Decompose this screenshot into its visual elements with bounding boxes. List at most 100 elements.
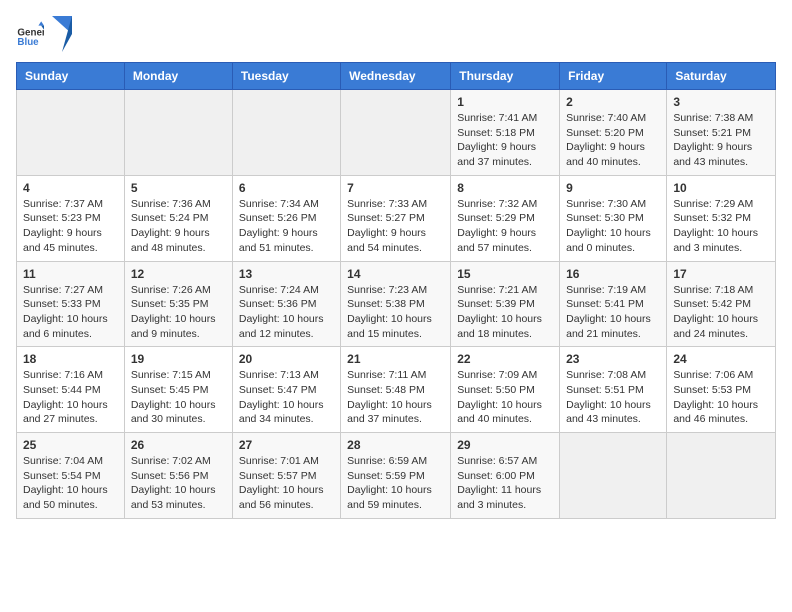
- day-info: Sunrise: 7:27 AM Sunset: 5:33 PM Dayligh…: [23, 283, 118, 342]
- calendar-cell: 15 Sunrise: 7:21 AM Sunset: 5:39 PM Dayli…: [451, 261, 560, 347]
- day-number: 2: [566, 95, 660, 109]
- day-number: 7: [347, 181, 444, 195]
- calendar-cell: 9Sunrise: 7:30 AM Sunset: 5:30 PM Daylig…: [560, 175, 667, 261]
- calendar-cell: 26 Sunrise: 7:02 AM Sunset: 5:56 PM Dayli…: [124, 433, 232, 519]
- day-number: 16: [566, 267, 660, 281]
- calendar-cell: 12 Sunrise: 7:26 AM Sunset: 5:35 PM Dayli…: [124, 261, 232, 347]
- calendar-cell: 7 Sunrise: 7:33 AM Sunset: 5:27 PM Daylig…: [341, 175, 451, 261]
- day-info: Sunrise: 7:04 AM Sunset: 5:54 PM Dayligh…: [23, 454, 118, 513]
- day-number: 19: [131, 352, 226, 366]
- day-number: 25: [23, 438, 118, 452]
- calendar-cell: 18 Sunrise: 7:16 AM Sunset: 5:44 PM Dayli…: [17, 347, 125, 433]
- logo-triangle-icon: [52, 16, 72, 52]
- day-info: Sunrise: 7:33 AM Sunset: 5:27 PM Dayligh…: [347, 197, 444, 256]
- calendar-cell: [124, 90, 232, 176]
- column-header-friday: Friday: [560, 63, 667, 90]
- day-info: Sunrise: 7:34 AM Sunset: 5:26 PM Dayligh…: [239, 197, 334, 256]
- day-number: 14: [347, 267, 444, 281]
- day-number: 20: [239, 352, 334, 366]
- day-info: Sunrise: 6:57 AM Sunset: 6:00 PM Dayligh…: [457, 454, 553, 513]
- calendar-cell: 11 Sunrise: 7:27 AM Sunset: 5:33 PM Dayli…: [17, 261, 125, 347]
- day-number: 15: [457, 267, 553, 281]
- calendar-cell: [232, 90, 340, 176]
- page-header: General Blue: [16, 16, 776, 52]
- day-number: 11: [23, 267, 118, 281]
- calendar-cell: [560, 433, 667, 519]
- day-info: Sunrise: 7:23 AM Sunset: 5:38 PM Dayligh…: [347, 283, 444, 342]
- column-header-wednesday: Wednesday: [341, 63, 451, 90]
- day-number: 29: [457, 438, 553, 452]
- day-info: Sunrise: 7:29 AM Sunset: 5:32 PM Dayligh…: [673, 197, 769, 256]
- day-info: Sunrise: 7:15 AM Sunset: 5:45 PM Dayligh…: [131, 368, 226, 427]
- day-number: 6: [239, 181, 334, 195]
- day-number: 22: [457, 352, 553, 366]
- day-info: Sunrise: 7:21 AM Sunset: 5:39 PM Dayligh…: [457, 283, 553, 342]
- day-number: 26: [131, 438, 226, 452]
- calendar-cell: 6 Sunrise: 7:34 AM Sunset: 5:26 PM Daylig…: [232, 175, 340, 261]
- day-info: Sunrise: 7:11 AM Sunset: 5:48 PM Dayligh…: [347, 368, 444, 427]
- day-info: Sunrise: 7:08 AM Sunset: 5:51 PM Dayligh…: [566, 368, 660, 427]
- column-header-sunday: Sunday: [17, 63, 125, 90]
- logo: General Blue: [16, 16, 72, 52]
- day-info: Sunrise: 7:36 AM Sunset: 5:24 PM Dayligh…: [131, 197, 226, 256]
- day-info: Sunrise: 7:40 AM Sunset: 5:20 PM Dayligh…: [566, 111, 660, 170]
- column-header-thursday: Thursday: [451, 63, 560, 90]
- calendar-cell: 17 Sunrise: 7:18 AM Sunset: 5:42 PM Dayli…: [667, 261, 776, 347]
- day-number: 17: [673, 267, 769, 281]
- calendar-cell: 27Sunrise: 7:01 AM Sunset: 5:57 PM Dayli…: [232, 433, 340, 519]
- day-info: Sunrise: 7:41 AM Sunset: 5:18 PM Dayligh…: [457, 111, 553, 170]
- calendar-cell: 23Sunrise: 7:08 AM Sunset: 5:51 PM Dayli…: [560, 347, 667, 433]
- calendar-cell: 5 Sunrise: 7:36 AM Sunset: 5:24 PM Daylig…: [124, 175, 232, 261]
- day-number: 28: [347, 438, 444, 452]
- day-info: Sunrise: 7:13 AM Sunset: 5:47 PM Dayligh…: [239, 368, 334, 427]
- day-number: 24: [673, 352, 769, 366]
- calendar-week-row: 18 Sunrise: 7:16 AM Sunset: 5:44 PM Dayli…: [17, 347, 776, 433]
- column-header-saturday: Saturday: [667, 63, 776, 90]
- day-number: 4: [23, 181, 118, 195]
- calendar-cell: 16 Sunrise: 7:19 AM Sunset: 5:41 PM Dayli…: [560, 261, 667, 347]
- calendar-cell: 2 Sunrise: 7:40 AM Sunset: 5:20 PM Daylig…: [560, 90, 667, 176]
- calendar-cell: 25 Sunrise: 7:04 AM Sunset: 5:54 PM Dayli…: [17, 433, 125, 519]
- column-header-monday: Monday: [124, 63, 232, 90]
- calendar-cell: 29 Sunrise: 6:57 AM Sunset: 6:00 PM Dayli…: [451, 433, 560, 519]
- calendar-cell: 21 Sunrise: 7:11 AM Sunset: 5:48 PM Dayli…: [341, 347, 451, 433]
- day-number: 13: [239, 267, 334, 281]
- day-number: 21: [347, 352, 444, 366]
- day-info: Sunrise: 7:16 AM Sunset: 5:44 PM Dayligh…: [23, 368, 118, 427]
- day-number: 5: [131, 181, 226, 195]
- calendar-cell: 28Sunrise: 6:59 AM Sunset: 5:59 PM Dayli…: [341, 433, 451, 519]
- calendar-cell: 10 Sunrise: 7:29 AM Sunset: 5:32 PM Dayli…: [667, 175, 776, 261]
- day-info: Sunrise: 7:06 AM Sunset: 5:53 PM Dayligh…: [673, 368, 769, 427]
- day-info: Sunrise: 7:32 AM Sunset: 5:29 PM Dayligh…: [457, 197, 553, 256]
- calendar-cell: 3 Sunrise: 7:38 AM Sunset: 5:21 PM Daylig…: [667, 90, 776, 176]
- calendar-week-row: 25 Sunrise: 7:04 AM Sunset: 5:54 PM Dayli…: [17, 433, 776, 519]
- day-number: 27: [239, 438, 334, 452]
- calendar-cell: 24 Sunrise: 7:06 AM Sunset: 5:53 PM Dayli…: [667, 347, 776, 433]
- day-number: 18: [23, 352, 118, 366]
- calendar-week-row: 1Sunrise: 7:41 AM Sunset: 5:18 PM Daylig…: [17, 90, 776, 176]
- day-number: 12: [131, 267, 226, 281]
- day-info: Sunrise: 7:26 AM Sunset: 5:35 PM Dayligh…: [131, 283, 226, 342]
- calendar-cell: 20 Sunrise: 7:13 AM Sunset: 5:47 PM Dayli…: [232, 347, 340, 433]
- calendar-cell: [17, 90, 125, 176]
- day-info: Sunrise: 7:02 AM Sunset: 5:56 PM Dayligh…: [131, 454, 226, 513]
- day-info: Sunrise: 7:09 AM Sunset: 5:50 PM Dayligh…: [457, 368, 553, 427]
- day-info: Sunrise: 7:37 AM Sunset: 5:23 PM Dayligh…: [23, 197, 118, 256]
- calendar-cell: 1Sunrise: 7:41 AM Sunset: 5:18 PM Daylig…: [451, 90, 560, 176]
- calendar-week-row: 11 Sunrise: 7:27 AM Sunset: 5:33 PM Dayli…: [17, 261, 776, 347]
- day-number: 3: [673, 95, 769, 109]
- day-number: 10: [673, 181, 769, 195]
- day-number: 9: [566, 181, 660, 195]
- day-number: 8: [457, 181, 553, 195]
- day-info: Sunrise: 7:19 AM Sunset: 5:41 PM Dayligh…: [566, 283, 660, 342]
- day-info: Sunrise: 7:18 AM Sunset: 5:42 PM Dayligh…: [673, 283, 769, 342]
- calendar-cell: 8 Sunrise: 7:32 AM Sunset: 5:29 PM Daylig…: [451, 175, 560, 261]
- calendar-table: SundayMondayTuesdayWednesdayThursdayFrid…: [16, 62, 776, 519]
- logo-icon: General Blue: [16, 20, 44, 48]
- day-info: Sunrise: 7:38 AM Sunset: 5:21 PM Dayligh…: [673, 111, 769, 170]
- calendar-cell: 14 Sunrise: 7:23 AM Sunset: 5:38 PM Dayli…: [341, 261, 451, 347]
- calendar-week-row: 4 Sunrise: 7:37 AM Sunset: 5:23 PM Daylig…: [17, 175, 776, 261]
- calendar-cell: 19 Sunrise: 7:15 AM Sunset: 5:45 PM Dayli…: [124, 347, 232, 433]
- column-header-tuesday: Tuesday: [232, 63, 340, 90]
- calendar-cell: 13Sunrise: 7:24 AM Sunset: 5:36 PM Dayli…: [232, 261, 340, 347]
